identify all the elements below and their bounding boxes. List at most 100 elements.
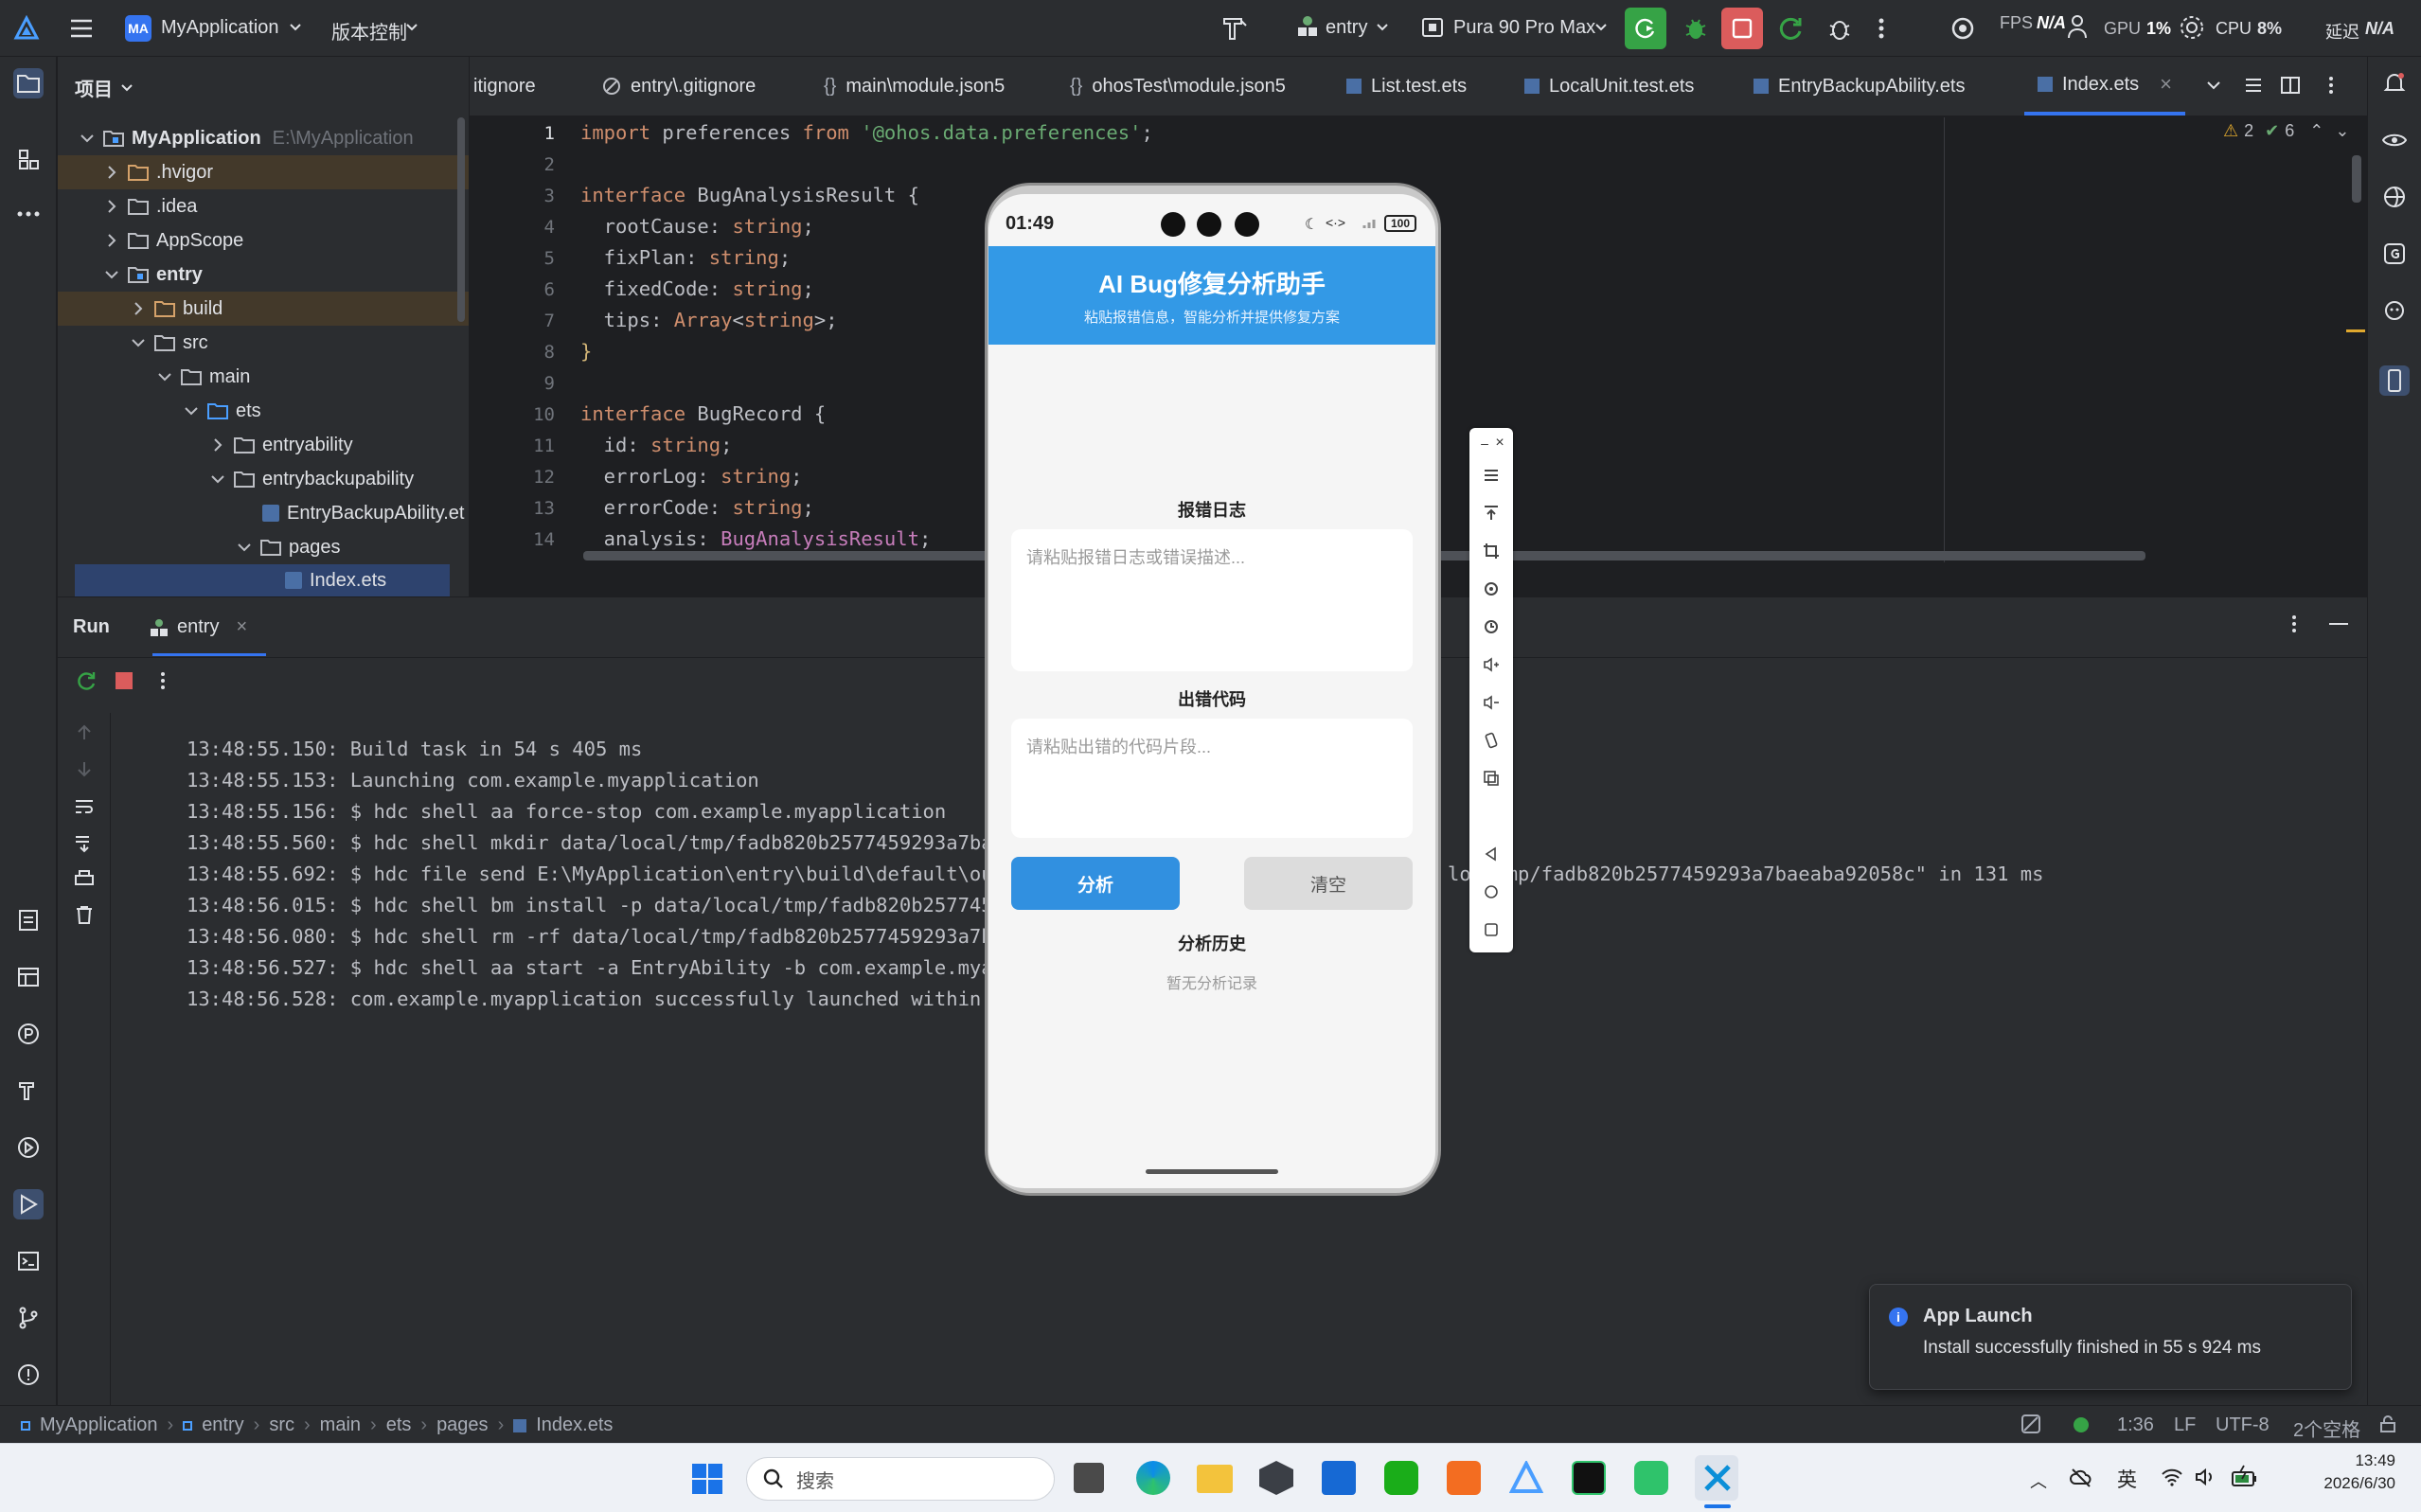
build-hammer-icon[interactable] [1219,13,1250,44]
run-config-selector[interactable]: entry [1326,17,1367,39]
volume-down-icon[interactable] [1480,691,1503,714]
breadcrumb-item[interactable]: main [320,1414,361,1436]
tree-item-entryability[interactable]: entryability [58,428,469,462]
debug-bug-icon[interactable] [1682,14,1710,43]
tree-item-idea[interactable]: .idea [58,189,469,223]
edge-browser-icon[interactable] [1136,1461,1170,1495]
taskbar-search-box[interactable]: 搜索 [746,1457,1055,1501]
analyze-button[interactable]: 分析 [1011,857,1180,910]
shake-icon[interactable] [1480,729,1503,752]
tree-item-main[interactable]: main [58,360,469,394]
user-icon[interactable] [2066,13,2089,40]
breadcrumb-item[interactable]: pages [436,1414,489,1436]
tab-list-test[interactable]: List.test.ets [1346,57,1467,116]
globe-icon[interactable] [2379,182,2410,212]
terminal-icon[interactable] [13,1246,44,1276]
recents-icon[interactable] [1480,918,1503,941]
rerun-button[interactable] [1625,8,1666,49]
soft-wrap-icon[interactable] [74,796,95,817]
g-icon[interactable] [2379,239,2410,269]
power-save-icon[interactable] [2020,1414,2041,1434]
caret-position[interactable]: 1:36 [2117,1414,2154,1436]
file-encoding[interactable]: UTF-8 [2216,1414,2270,1436]
rotate-alt-icon[interactable] [1480,615,1503,638]
settings-gear-icon[interactable] [2178,13,2206,42]
todo-icon[interactable] [13,905,44,935]
wechat-icon[interactable] [1384,1461,1418,1495]
tab-localunit-test[interactable]: LocalUnit.test.ets [1524,57,1694,116]
chevron-down-icon[interactable]: ⌄ [2335,121,2349,141]
scroll-to-end-icon[interactable] [74,832,95,853]
harmony-app-icon[interactable] [1700,1461,1735,1495]
profiler-p-icon[interactable] [13,1019,44,1049]
terminal-app-icon[interactable] [1572,1461,1606,1495]
chevron-up-icon[interactable]: ⌃ [2309,121,2323,141]
breadcrumb-item[interactable]: src [269,1414,294,1436]
tab-main-module-json[interactable]: {} main\module.json5 [824,57,1005,116]
project-name-menu[interactable]: MyApplication [161,17,279,39]
ai-assistant-icon[interactable] [2379,295,2410,326]
status-ok-dot[interactable] [2074,1417,2089,1432]
run-icon[interactable] [13,1189,44,1219]
apply-changes-icon[interactable] [1776,14,1805,43]
app-logo-icon[interactable] [13,15,40,42]
line-separator[interactable]: LF [2174,1414,2196,1436]
git-branch-icon[interactable] [13,1303,44,1333]
volume-up-icon[interactable] [1480,653,1503,676]
minimize-icon[interactable] [2328,622,2349,626]
error-log-input[interactable]: 请粘贴报错日志或错误描述... [1011,529,1413,671]
taskbar-clock[interactable]: 13:49 2026/6/30 [2291,1451,2395,1493]
task-view-icon[interactable] [1074,1463,1104,1493]
tree-item-ets[interactable]: ets [58,394,469,428]
layout-icon[interactable] [13,962,44,992]
tab-ohostest-module-json[interactable]: {} ohosTest\module.json5 [1070,57,1286,116]
more-vertical-icon[interactable] [2290,613,2298,635]
breadcrumb-item[interactable]: MyApplication [40,1414,158,1436]
tab-index-active[interactable]: Index.ets × [2024,57,2186,116]
close-icon[interactable]: × [236,616,247,638]
tree-item-entry[interactable]: entry [58,258,469,292]
clear-button[interactable]: 清空 [1244,857,1413,910]
home-icon[interactable] [1480,881,1503,903]
speaker-icon[interactable] [2195,1467,2216,1487]
arrow-down-icon[interactable] [74,758,95,779]
breadcrumb-item[interactable]: ets [386,1414,412,1436]
trash-icon[interactable] [74,904,95,925]
tree-item-index[interactable]: Index.ets [75,564,450,596]
editor-vertical-scrollbar[interactable] [2352,155,2361,203]
stop-button[interactable] [1721,8,1763,49]
devtool-app-icon[interactable] [1259,1461,1293,1495]
vcs-menu[interactable]: 版本控制 [331,17,407,44]
inspection-widget[interactable]: ⚠ 2 ✔ 6 ⌃ ⌄ [2223,121,2349,141]
device-manager-icon[interactable] [2379,365,2410,396]
services-icon[interactable] [13,1132,44,1163]
notifications-bell-icon[interactable] [2379,68,2410,98]
app-launch-notification[interactable]: i App Launch Install successfully finish… [1869,1284,2352,1390]
lock-icon[interactable] [2378,1414,2397,1433]
split-view-icon[interactable] [2280,76,2301,95]
tree-item-build[interactable]: build [58,292,469,326]
menu-icon[interactable] [1480,464,1503,487]
chevron-down-icon[interactable] [2206,78,2221,93]
project-panel-header[interactable]: 项目 [75,74,134,101]
indent-setting[interactable]: 2个空格 [2293,1414,2360,1442]
screenshot-icon[interactable] [1480,767,1503,790]
stop-icon[interactable] [115,671,134,690]
deveco-icon[interactable] [1509,1461,1543,1495]
structure-icon[interactable] [13,144,44,174]
ime-indicator[interactable]: 英 [2117,1465,2137,1493]
problems-icon[interactable] [13,1360,44,1390]
crop-icon[interactable] [1480,540,1503,562]
more-vertical-icon[interactable] [1877,14,1886,43]
tree-item-hvigor[interactable]: .hvigor [58,155,469,189]
tab-entrybackupability[interactable]: EntryBackupAbility.ets [1753,57,1966,116]
more-vertical-icon[interactable] [2327,74,2335,97]
close-icon[interactable]: × [2160,72,2172,97]
windows-start-icon[interactable] [691,1463,723,1495]
tree-item-entrybackupability[interactable]: entrybackupability [58,462,469,496]
chat-app-icon[interactable] [1634,1461,1668,1495]
error-code-input[interactable]: 请粘贴出错的代码片段... [1011,719,1413,838]
tree-root[interactable]: MyApplication E:\MyApplication [58,121,469,155]
wifi-icon[interactable] [2161,1467,2183,1487]
battery-charging-icon[interactable] [2231,1465,2259,1489]
